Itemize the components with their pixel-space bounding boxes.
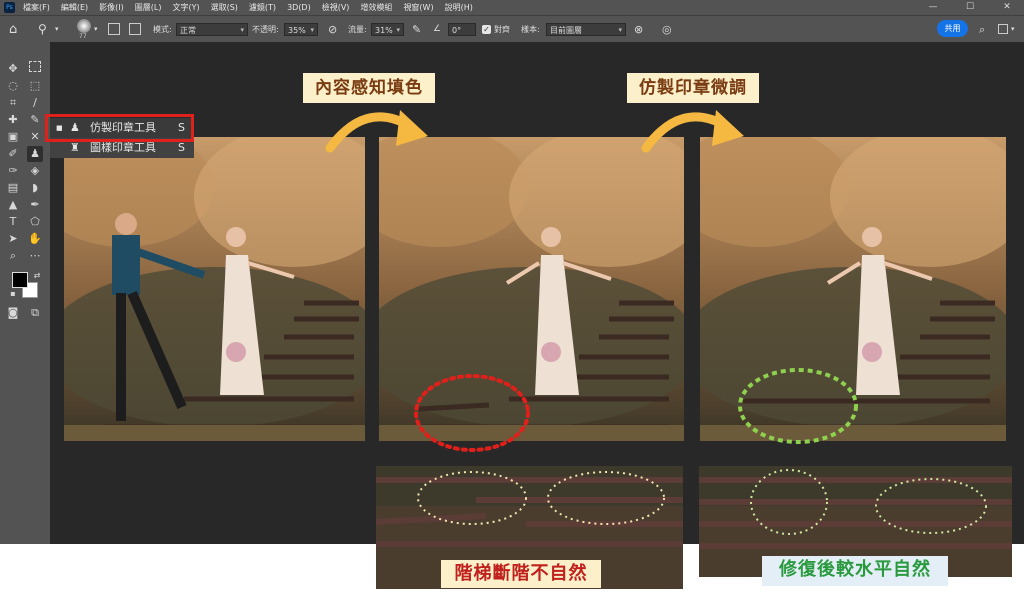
content-aware-label: 內容感知填色 bbox=[303, 73, 435, 103]
problem-area-ellipse bbox=[414, 374, 530, 452]
good-caption: 修復後較水平自然 bbox=[762, 556, 948, 586]
flyout-highlight-box bbox=[45, 114, 194, 142]
bad-caption: 階梯斷階不自然 bbox=[441, 560, 601, 588]
annotation-overlay bbox=[325, 110, 858, 452]
foreground-color-swatch[interactable] bbox=[12, 272, 28, 288]
clone-refine-label: 仿製印章微調 bbox=[627, 73, 759, 103]
fixed-area-ellipse bbox=[738, 368, 858, 444]
arrow-head bbox=[396, 110, 428, 146]
arrow-head bbox=[712, 110, 744, 146]
